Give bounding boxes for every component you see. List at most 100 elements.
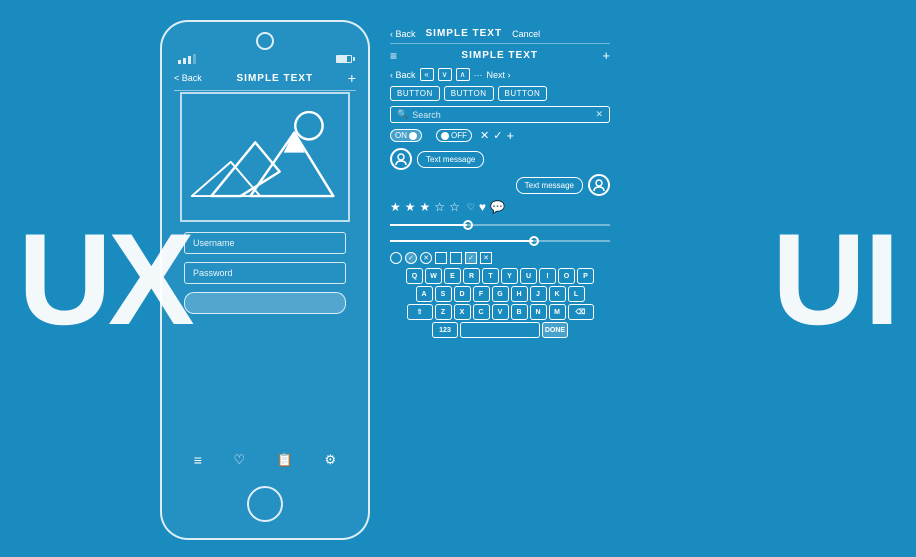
key-s[interactable]: S <box>435 286 452 302</box>
heart-full-icon[interactable]: ♥ <box>479 200 486 214</box>
menu-icon[interactable]: ≡ <box>194 452 202 468</box>
panel-nav-arrows: ‹ Back « ∨ ∧ ··· Next › <box>390 68 610 81</box>
heart-icon[interactable]: ♡ <box>234 452 246 468</box>
panel-back-btn[interactable]: ‹ Back <box>390 29 416 39</box>
received-message-row: Text message <box>390 174 610 196</box>
key-m[interactable]: M <box>549 304 566 320</box>
key-b[interactable]: B <box>511 304 528 320</box>
key-j[interactable]: J <box>530 286 547 302</box>
key-v[interactable]: V <box>492 304 509 320</box>
phone-fields: Username Password <box>184 232 346 314</box>
key-p[interactable]: P <box>577 268 594 284</box>
key-l[interactable]: L <box>568 286 585 302</box>
keyboard-row-2: A S D F G H J K L <box>390 286 610 302</box>
panel-toggles-row: ON OFF ✕ ✓ + <box>390 128 610 143</box>
heart-empty-icon[interactable]: ♡ <box>467 202 475 213</box>
phone-mockup: < Back SIMPLE TEXT + <box>160 20 370 540</box>
list-icon[interactable]: 📋 <box>277 452 293 468</box>
star-empty-1[interactable]: ☆ <box>434 200 445 214</box>
login-button[interactable] <box>184 292 346 314</box>
key-n[interactable]: N <box>530 304 547 320</box>
panel-menu-row: ≡ SIMPLE TEXT + <box>390 48 610 63</box>
star-filled-3[interactable]: ★ <box>420 200 431 214</box>
key-k[interactable]: K <box>549 286 566 302</box>
nav-back-btn[interactable]: ‹ Back <box>390 70 416 80</box>
hamburger-icon[interactable]: ≡ <box>390 49 397 63</box>
key-t[interactable]: T <box>482 268 499 284</box>
key-x[interactable]: X <box>454 304 471 320</box>
key-z[interactable]: Z <box>435 304 452 320</box>
star-empty-2[interactable]: ☆ <box>449 200 460 214</box>
key-space[interactable] <box>460 322 540 338</box>
phone-nav-title: SIMPLE TEXT <box>237 73 314 84</box>
key-123[interactable]: 123 <box>432 322 458 338</box>
battery-icon <box>336 55 352 63</box>
key-c[interactable]: C <box>473 304 490 320</box>
panel-cancel-btn[interactable]: Cancel <box>512 29 540 39</box>
key-g[interactable]: G <box>492 286 509 302</box>
settings-icon[interactable]: ⚙ <box>325 452 337 468</box>
nav-prev-btn[interactable]: « <box>420 68 434 81</box>
button-3[interactable]: BUTTON <box>498 86 548 101</box>
nav-down-btn[interactable]: ∨ <box>438 68 452 81</box>
phone-back-label: < Back <box>174 73 202 83</box>
toggle-off-label: OFF <box>451 131 467 140</box>
checkbox-cross[interactable]: ✕ <box>480 252 492 264</box>
sender-avatar <box>390 148 412 170</box>
keyboard-row-1: Q W E R T Y U I O P <box>390 268 610 284</box>
speech-icon[interactable]: 💬 <box>490 200 505 214</box>
key-a[interactable]: A <box>416 286 433 302</box>
panel-menu-title: SIMPLE TEXT <box>401 50 598 61</box>
key-o[interactable]: O <box>558 268 575 284</box>
star-filled-1[interactable]: ★ <box>390 200 401 214</box>
key-shift[interactable]: ⇧ <box>407 304 433 320</box>
keyboard-row-3: ⇧ Z X C V B N M ⌫ <box>390 304 610 320</box>
nav-up-btn[interactable]: ∧ <box>456 68 470 81</box>
keyboard-row-4: 123 DONE <box>390 322 610 338</box>
checkbox-empty-2[interactable] <box>450 252 462 264</box>
sent-message-row: Text message <box>390 148 610 170</box>
key-backspace[interactable]: ⌫ <box>568 304 594 320</box>
checkbox-checked[interactable]: ✓ <box>465 252 477 264</box>
search-clear-btn[interactable]: ✕ <box>595 109 603 120</box>
radio-empty[interactable] <box>390 252 402 264</box>
key-d[interactable]: D <box>454 286 471 302</box>
username-field[interactable]: Username <box>184 232 346 254</box>
key-h[interactable]: H <box>511 286 528 302</box>
button-1[interactable]: BUTTON <box>390 86 440 101</box>
phone-home-button[interactable] <box>247 486 283 522</box>
star-filled-2[interactable]: ★ <box>405 200 416 214</box>
ui-elements-panel: ‹ Back SIMPLE TEXT Cancel ≡ SIMPLE TEXT … <box>390 28 610 340</box>
phone-back-button[interactable]: < Back <box>174 73 202 83</box>
phone-bottom-nav: ≡ ♡ 📋 ⚙ <box>178 452 352 468</box>
search-bar[interactable]: 🔍 Search ✕ <box>390 106 610 123</box>
key-f[interactable]: F <box>473 286 490 302</box>
phone-nav-plus[interactable]: + <box>348 70 356 86</box>
key-w[interactable]: W <box>425 268 442 284</box>
key-done[interactable]: DONE <box>542 322 568 338</box>
key-u[interactable]: U <box>520 268 537 284</box>
receiver-avatar <box>588 174 610 196</box>
key-r[interactable]: R <box>463 268 480 284</box>
radio-cross[interactable]: ✕ <box>420 252 432 264</box>
checkbox-empty-1[interactable] <box>435 252 447 264</box>
slider-1-fill <box>390 224 467 226</box>
password-field[interactable]: Password <box>184 262 346 284</box>
signal-bars <box>178 54 196 64</box>
main-container: U X UI < Back SIMPLE TEXT + <box>0 0 916 557</box>
key-e[interactable]: E <box>444 268 461 284</box>
toggle-on[interactable]: ON <box>390 129 422 142</box>
button-2[interactable]: BUTTON <box>444 86 494 101</box>
panel-plus-btn[interactable]: + <box>602 48 610 63</box>
radio-checked[interactable]: ✓ <box>405 252 417 264</box>
key-y[interactable]: Y <box>501 268 518 284</box>
ui-label: UI <box>772 214 898 344</box>
nav-next-btn[interactable]: Next › <box>487 70 511 80</box>
slider-2-thumb[interactable] <box>529 236 539 246</box>
toggle-plus-icon: + <box>506 128 514 143</box>
panel-top-nav: ‹ Back SIMPLE TEXT Cancel <box>390 28 610 44</box>
key-q[interactable]: Q <box>406 268 423 284</box>
slider-1-thumb[interactable] <box>463 220 473 230</box>
toggle-off[interactable]: OFF <box>436 129 472 142</box>
key-i[interactable]: I <box>539 268 556 284</box>
